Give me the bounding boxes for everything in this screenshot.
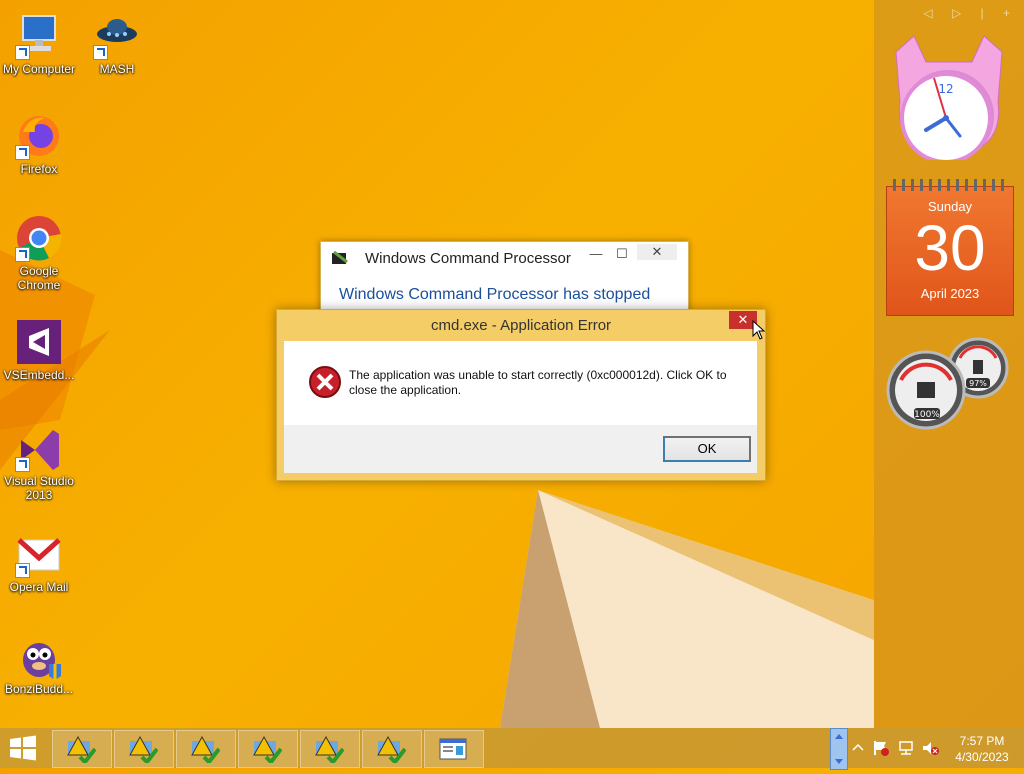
minimize-button[interactable]: — [589,246,603,261]
window-app-icon [438,735,468,763]
mail-icon [15,530,63,578]
warning-app-icon [190,735,221,766]
application-error-dialog[interactable]: cmd.exe - Application Error ✕ The applic… [276,309,766,481]
close-button[interactable]: ✕ [637,244,677,260]
window-heading: Windows Command Processor has stopped [339,286,651,303]
window-titlebar[interactable]: Windows Command Processor — ☐ ✕ [321,242,688,274]
error-message: The application was unable to start corr… [349,368,727,397]
desktop-icon-label: BonziBudd... [4,682,74,696]
ufo-icon [93,12,141,60]
warning-app-icon [376,735,407,766]
desktop-icon-label: Opera Mail [9,580,69,594]
calendar-rings [893,179,1007,191]
cpu-percentage: 100% [914,410,940,420]
desktop-icon-vsembedd[interactable]: VSEmbedd... [0,318,78,382]
warning-app-icon [252,735,283,766]
taskbar-button-1[interactable] [52,730,112,768]
desktop-icon-label: MASH [99,62,135,76]
taskbar-button-2[interactable] [114,730,174,768]
visual-studio-icon [15,318,63,366]
taskbar-button-5[interactable] [300,730,360,768]
windows-command-processor-window[interactable]: Windows Command Processor — ☐ ✕ Windows … [320,241,689,315]
clock-gadget[interactable]: 12 [886,32,1012,164]
desktop-icon-label: Google Chrome [17,264,61,292]
clock-numeral: 12 [938,82,953,96]
desktop-icon-bonzibuddy[interactable]: BonziBudd... [0,632,78,696]
volume-muted-icon[interactable] [922,740,940,756]
firefox-icon [15,112,63,160]
clock-date: 4/30/2023 [955,750,1009,764]
error-icon [308,365,342,399]
cmd-app-icon [331,250,349,266]
visual-studio-icon [15,424,63,472]
taskbar-button-3[interactable] [176,730,236,768]
desktop-icon-opera-mail[interactable]: Opera Mail [0,530,78,594]
dialog-body: The application was unable to start corr… [284,341,757,425]
start-button[interactable] [8,735,38,761]
desktop-icon-visual-studio-2013[interactable]: Visual Studio 2013 [0,424,78,502]
taskbar-button-4[interactable] [238,730,298,768]
calendar-date: 30 [914,212,986,284]
calendar-month-year: April 2023 [920,286,980,301]
memory-percentage: 97% [969,379,987,388]
warning-app-icon [66,735,97,766]
desktop-icon-mash[interactable]: MASH [78,12,156,76]
network-icon[interactable] [898,740,916,756]
mouse-cursor-icon [752,320,766,340]
taskbar-clock[interactable]: 7:57 PM 4/30/2023 [946,733,1018,765]
sidebar-nav[interactable]: ◁ ▷ | + [923,6,1018,20]
taskbar-button-6[interactable] [362,730,422,768]
warning-app-icon [314,735,345,766]
bonzi-icon [15,632,63,680]
desktop-icon-label: My Computer [2,62,76,76]
cpu-meter-gadget[interactable]: 97% 100% [886,336,1012,432]
window-title: Windows Command Processor [365,250,571,267]
taskbar-button-7[interactable] [424,730,484,768]
ok-button[interactable]: OK [663,436,751,462]
desktop-icon-label: Firefox [20,162,58,176]
desktop-icon-firefox[interactable]: Firefox [0,112,78,176]
windows-logo-icon [10,735,36,761]
taskbar-scroll-control[interactable] [830,728,848,770]
taskbar: 7:57 PM 4/30/2023 [0,728,1024,770]
chrome-icon [15,214,63,262]
desktop-icon-chrome[interactable]: Google Chrome [0,214,78,292]
maximize-button[interactable]: ☐ [615,246,629,262]
desktop-icon-label: Visual Studio 2013 [4,474,74,502]
clock-time: 7:57 PM [959,734,1005,748]
desktop-icon-my-computer[interactable]: My Computer [0,12,78,76]
warning-app-icon [128,735,159,766]
show-hidden-icons-icon[interactable] [852,742,864,752]
calendar-gadget[interactable]: Sunday 30 April 2023 [886,179,1014,316]
desktop-icon-label: VSEmbedd... [3,368,75,382]
computer-icon [15,12,63,60]
dialog-title: cmd.exe - Application Error [430,317,612,334]
action-center-flag-icon[interactable] [872,740,890,756]
